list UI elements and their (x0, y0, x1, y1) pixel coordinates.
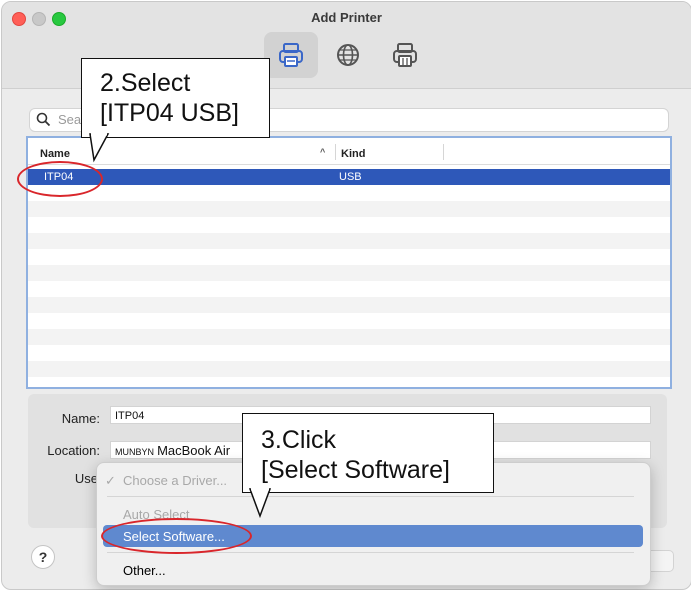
column-header-name[interactable]: Name (40, 148, 70, 160)
windows-printers-tab[interactable] (378, 32, 432, 78)
help-button[interactable]: ? (31, 545, 55, 569)
search-icon (36, 112, 51, 127)
ip-printers-tab[interactable] (321, 32, 375, 78)
step3-callout-text: 3.Click [Select Software] (261, 426, 450, 484)
ip-globe-icon (337, 44, 359, 66)
use-label: Use (74, 471, 98, 486)
location-brand-text: MUNBYN (115, 447, 155, 457)
step3-red-circle (101, 518, 252, 554)
empty-row (28, 201, 670, 217)
column-header-kind[interactable]: Kind (341, 148, 365, 160)
printer-row[interactable]: ITP04 USB (28, 169, 670, 185)
printer-kind-cell: USB (339, 171, 362, 183)
empty-row (28, 233, 670, 249)
empty-row (28, 329, 670, 345)
step2-callout-text: 2.Select [ITP04 USB] (100, 69, 239, 127)
name-label: Name: (61, 411, 100, 426)
printer-list-header: Name ^ Kind (28, 138, 670, 165)
step3-callout-tail (248, 487, 272, 519)
location-label: Location: (47, 443, 100, 458)
step2-callout-tail (89, 132, 110, 163)
default-printers-tab[interactable] (264, 32, 318, 78)
step2-callout: 2.Select [ITP04 USB] (81, 58, 270, 138)
menu-item-choose-driver: Choose a Driver... (123, 473, 228, 488)
empty-row (28, 361, 670, 377)
empty-row (28, 297, 670, 313)
column-divider[interactable] (443, 144, 444, 160)
checkmark-icon: ✓ (105, 473, 116, 488)
menu-item-other[interactable]: Other... (123, 563, 166, 578)
sort-ascending-icon: ^ (320, 147, 326, 157)
step3-callout: 3.Click [Select Software] (242, 413, 494, 493)
empty-row (28, 265, 670, 281)
menu-separator (107, 496, 634, 497)
windows-printer-icon (393, 43, 417, 67)
step2-red-circle (17, 161, 103, 197)
location-value-text: MacBook Air (157, 443, 231, 458)
default-printer-icon (279, 43, 303, 67)
printer-list[interactable]: Name ^ Kind ITP04 USB (26, 136, 672, 389)
window-title: Add Printer (311, 10, 382, 25)
column-divider[interactable] (335, 144, 336, 160)
